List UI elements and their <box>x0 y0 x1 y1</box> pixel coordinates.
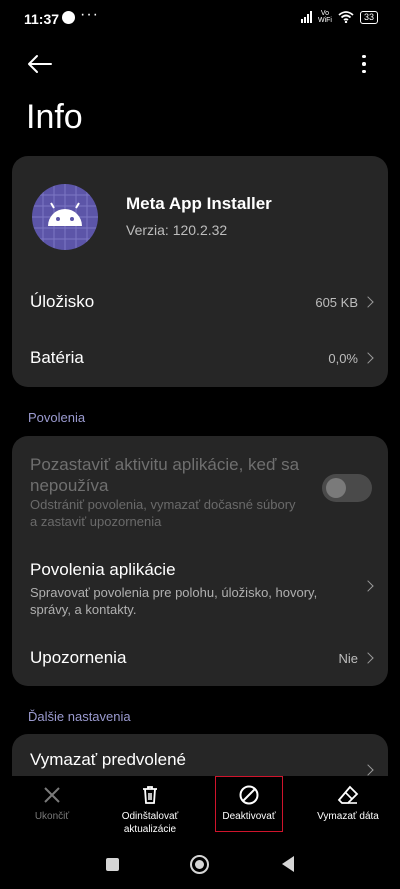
signal-icon <box>300 11 312 23</box>
status-right: Vo WiFi 33 <box>300 10 378 24</box>
page-title: Info <box>26 98 83 136</box>
pause-activity-row: Pozastaviť aktivitu aplikácie, keď sa ne… <box>12 436 388 536</box>
back-triangle-icon[interactable] <box>282 856 294 872</box>
app-name: Meta App Installer <box>126 194 272 213</box>
more-options-button[interactable] <box>350 46 378 82</box>
app-permissions-subtitle: Spravovať povolenia pre polohu, úložisko… <box>30 585 318 617</box>
chevron-right-icon <box>362 352 374 364</box>
app-permissions-title: Povolenia aplikácie <box>30 560 176 579</box>
status-time: 11:37 <box>24 11 60 27</box>
app-version: Verzia: 120.2.32 <box>126 222 228 238</box>
storage-label: Úložisko <box>30 292 95 311</box>
trash-icon <box>143 786 157 804</box>
notifications-title: Upozornenia <box>30 648 127 667</box>
force-stop-button[interactable]: Ukončiť <box>14 776 90 840</box>
app-permissions-row[interactable]: Povolenia aplikácie Spravovať povolenia … <box>12 544 388 624</box>
pause-activity-title: Pozastaviť aktivitu aplikácie, keď sa ne… <box>30 455 300 495</box>
app-info-card: Meta App Installer Verzia: 120.2.32 Úlož… <box>12 156 388 387</box>
chevron-right-icon <box>362 580 374 592</box>
status-bar: 11:37 ··· Vo WiFi 33 <box>0 0 400 38</box>
arrow-left-icon <box>28 55 52 73</box>
bottom-action-bar: Ukončiť Odinštalovať aktualizácie Deakti… <box>0 776 400 840</box>
vowifi-indicator: Vo WiFi <box>317 10 332 24</box>
chevron-right-icon <box>362 764 374 776</box>
eraser-icon <box>337 785 359 804</box>
deactivate-highlight-box <box>215 776 283 832</box>
battery-row[interactable]: Batéria 0,0% <box>12 334 388 384</box>
permissions-card: Pozastaviť aktivitu aplikácie, keď sa ne… <box>12 436 388 686</box>
back-button[interactable] <box>18 46 62 82</box>
clear-data-button[interactable]: Vymazať dáta <box>306 776 390 840</box>
pause-activity-subtitle: Odstrániť povolenia, vymazať dočasné súb… <box>30 497 296 529</box>
messenger-icon <box>62 11 75 24</box>
force-stop-label: Ukončiť <box>34 811 70 822</box>
battery-value: 0,0% <box>328 351 358 366</box>
section-header-other: Ďalšie nastavenia <box>28 709 131 724</box>
more-notifications-icon: ··· <box>80 6 99 23</box>
notifications-value: Nie <box>338 651 358 666</box>
uninstall-updates-button[interactable]: Odinštalovať aktualizácie <box>108 776 192 840</box>
chevron-right-icon <box>362 652 374 664</box>
section-header-permissions: Povolenia <box>28 410 86 425</box>
pause-activity-toggle[interactable] <box>322 474 372 502</box>
clear-data-label: Vymazať dáta <box>317 811 379 822</box>
battery-indicator: 33 <box>359 10 378 24</box>
storage-row[interactable]: Úložisko 605 KB <box>12 278 388 328</box>
storage-value: 605 KB <box>315 295 358 310</box>
system-navigation-bar <box>0 840 400 889</box>
top-app-bar <box>0 38 400 90</box>
android-app-icon <box>32 184 98 250</box>
notifications-row[interactable]: Upozornenia Nie <box>12 634 388 684</box>
clear-defaults-title: Vymazať predvolené <box>30 750 186 769</box>
more-vert-icon <box>362 54 366 59</box>
battery-label: Batéria <box>30 348 84 367</box>
wifi-icon <box>338 11 354 23</box>
chevron-right-icon <box>362 296 374 308</box>
home-circle-icon[interactable] <box>190 855 209 874</box>
recents-square-icon[interactable] <box>106 858 119 871</box>
toggle-knob <box>326 478 346 498</box>
uninstall-updates-label: Odinštalovať aktualizácie <box>121 811 179 835</box>
close-icon <box>44 787 60 803</box>
